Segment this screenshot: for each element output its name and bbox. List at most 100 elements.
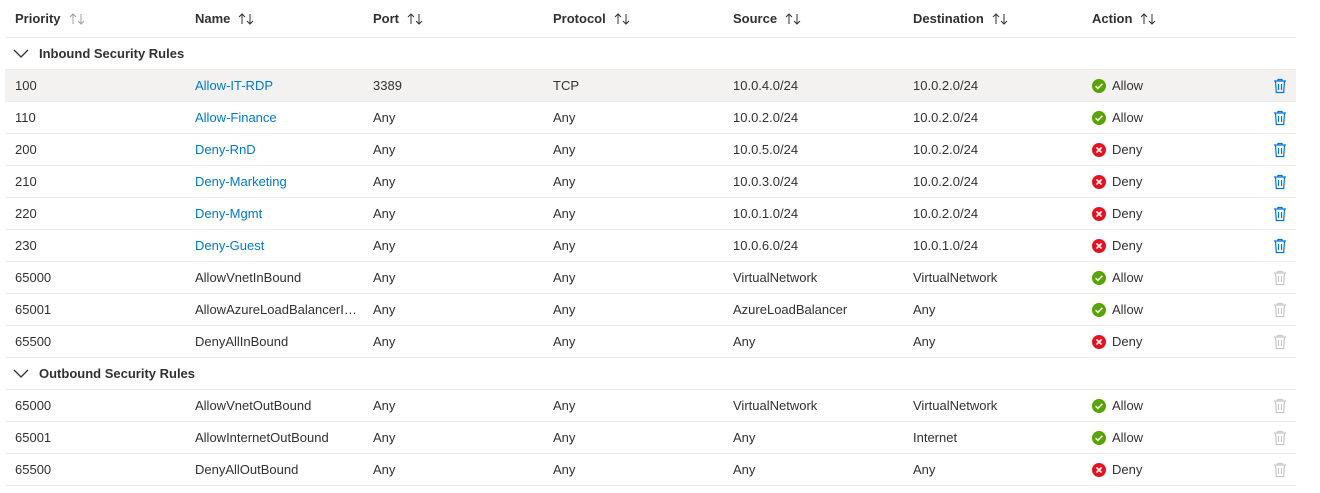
chevron-down-icon[interactable]	[13, 369, 29, 379]
table-row[interactable]: 210 Deny-Marketing Any Any 10.0.3.0/24 10.0.2…	[5, 166, 1296, 198]
rule-name-link[interactable]: Deny-Marketing	[195, 174, 287, 189]
cell-port: Any	[373, 134, 543, 165]
column-header-label: Name	[195, 11, 231, 26]
cell-port: Any	[373, 102, 543, 133]
column-header-priority[interactable]: Priority	[15, 0, 185, 37]
action-value: Allow	[1112, 398, 1144, 413]
trash-icon[interactable]	[1273, 206, 1287, 222]
cell-name: AllowInternetOutBound	[195, 422, 373, 453]
table-row[interactable]: 230 Deny-Guest Any Any 10.0.6.0/24 10.0.1.0/2…	[5, 230, 1296, 262]
table-row[interactable]: 100 Allow-IT-RDP 3389 TCP 10.0.4.0/24 10.0.2.…	[5, 70, 1296, 102]
sort-icon[interactable]	[785, 12, 801, 25]
rule-name: AllowAzureLoadBalancerInB…	[195, 302, 363, 317]
cell-name[interactable]: Deny-Mgmt	[195, 198, 373, 229]
sort-icon[interactable]	[238, 12, 254, 25]
group-toggle-inbound[interactable]: Inbound Security Rules	[13, 38, 184, 69]
table-row[interactable]: 65001 AllowAzureLoadBalancerInB… Any Any Azu…	[5, 294, 1296, 326]
rule-name-link[interactable]: Allow-Finance	[195, 110, 277, 125]
table-row[interactable]: 65000 AllowVnetOutBound Any Any VirtualNetwo…	[5, 390, 1296, 422]
trash-icon[interactable]	[1273, 142, 1287, 158]
column-header-action[interactable]: Action	[1092, 0, 1242, 37]
table-row[interactable]: 65500 DenyAllInBound Any Any Any Any Deny	[5, 326, 1296, 358]
cell-protocol: Any	[553, 230, 723, 261]
check-circle-icon	[1092, 110, 1106, 125]
rule-name: AllowVnetInBound	[195, 270, 302, 285]
trash-icon	[1273, 302, 1287, 318]
cell-destination: 10.0.2.0/24	[913, 134, 1083, 165]
column-header-source[interactable]: Source	[733, 0, 903, 37]
rule-name-link[interactable]: Deny-Mgmt	[195, 206, 262, 221]
column-header-label: Protocol	[553, 11, 606, 26]
cell-delete[interactable]	[1267, 230, 1293, 261]
x-circle-icon	[1092, 174, 1106, 189]
sort-icon[interactable]	[614, 12, 630, 25]
cell-delete	[1267, 326, 1293, 357]
trash-icon[interactable]	[1273, 110, 1287, 126]
cell-delete	[1267, 422, 1293, 453]
column-header-port[interactable]: Port	[373, 0, 543, 37]
table-row[interactable]: 65500 DenyAllOutBound Any Any Any Any Deny	[5, 454, 1296, 486]
priority-value: 65001	[15, 430, 52, 445]
x-circle-icon	[1092, 334, 1106, 349]
destination-value: VirtualNetwork	[913, 398, 998, 413]
cell-source: Any	[733, 422, 903, 453]
rule-name-link[interactable]: Deny-RnD	[195, 142, 256, 157]
trash-icon[interactable]	[1273, 238, 1287, 254]
cell-delete[interactable]	[1267, 102, 1293, 133]
cell-protocol: Any	[553, 134, 723, 165]
sort-icon[interactable]	[1140, 12, 1156, 25]
protocol-value: Any	[553, 334, 576, 349]
cell-priority: 65500	[15, 326, 185, 357]
table-row[interactable]: 65000 AllowVnetInBound Any Any VirtualNetwor…	[5, 262, 1296, 294]
port-value: Any	[373, 430, 396, 445]
port-value: Any	[373, 174, 396, 189]
sort-icon[interactable]	[407, 12, 423, 25]
column-header-name[interactable]: Name	[195, 0, 373, 37]
sort-icon[interactable]	[992, 12, 1008, 25]
chevron-down-icon[interactable]	[13, 49, 29, 59]
cell-name[interactable]: Allow-IT-RDP	[195, 70, 373, 101]
cell-name[interactable]: Allow-Finance	[195, 102, 373, 133]
column-header-destination[interactable]: Destination	[913, 0, 1083, 37]
trash-icon[interactable]	[1273, 78, 1287, 94]
cell-source: 10.0.6.0/24	[733, 230, 903, 261]
cell-destination: Any	[913, 326, 1083, 357]
cell-source: 10.0.4.0/24	[733, 70, 903, 101]
port-value: 3389	[373, 78, 402, 93]
table-row[interactable]: 65001 AllowInternetOutBound Any Any Any Inter…	[5, 422, 1296, 454]
group-header-outbound[interactable]: Outbound Security Rules	[5, 358, 1296, 390]
cell-name[interactable]: Deny-RnD	[195, 134, 373, 165]
check-circle-icon	[1092, 430, 1106, 445]
group-header-inbound[interactable]: Inbound Security Rules	[5, 38, 1296, 70]
cell-delete[interactable]	[1267, 70, 1293, 101]
table-row[interactable]: 200 Deny-RnD Any Any 10.0.5.0/24 10.0.2.0/24 D…	[5, 134, 1296, 166]
source-value: 10.0.6.0/24	[733, 238, 799, 253]
table-row[interactable]: 110 Allow-Finance Any Any 10.0.2.0/24 10.0.2.…	[5, 102, 1296, 134]
priority-value: 220	[15, 206, 37, 221]
rule-name-link[interactable]: Deny-Guest	[195, 238, 264, 253]
sort-icon[interactable]	[69, 12, 85, 25]
cell-destination: 10.0.2.0/24	[913, 102, 1083, 133]
table-row[interactable]: 220 Deny-Mgmt Any Any 10.0.1.0/24 10.0.2.0/24…	[5, 198, 1296, 230]
cell-name[interactable]: Deny-Guest	[195, 230, 373, 261]
cell-port: Any	[373, 262, 543, 293]
priority-value: 65000	[15, 398, 52, 413]
column-header-protocol[interactable]: Protocol	[553, 0, 723, 37]
trash-icon[interactable]	[1273, 174, 1287, 190]
cell-name[interactable]: Deny-Marketing	[195, 166, 373, 197]
cell-delete[interactable]	[1267, 166, 1293, 197]
cell-protocol: Any	[553, 262, 723, 293]
cell-port: Any	[373, 198, 543, 229]
rule-name-link[interactable]: Allow-IT-RDP	[195, 78, 273, 93]
priority-value: 100	[15, 78, 37, 93]
cell-delete[interactable]	[1267, 198, 1293, 229]
cell-delete[interactable]	[1267, 134, 1293, 165]
check-circle-icon	[1092, 270, 1106, 285]
group-toggle-outbound[interactable]: Outbound Security Rules	[13, 358, 195, 389]
source-value: Any	[733, 334, 756, 349]
rule-name: AllowVnetOutBound	[195, 398, 312, 413]
port-value: Any	[373, 270, 396, 285]
cell-destination: VirtualNetwork	[913, 390, 1083, 421]
cell-source: 10.0.3.0/24	[733, 166, 903, 197]
cell-priority: 65001	[15, 422, 185, 453]
